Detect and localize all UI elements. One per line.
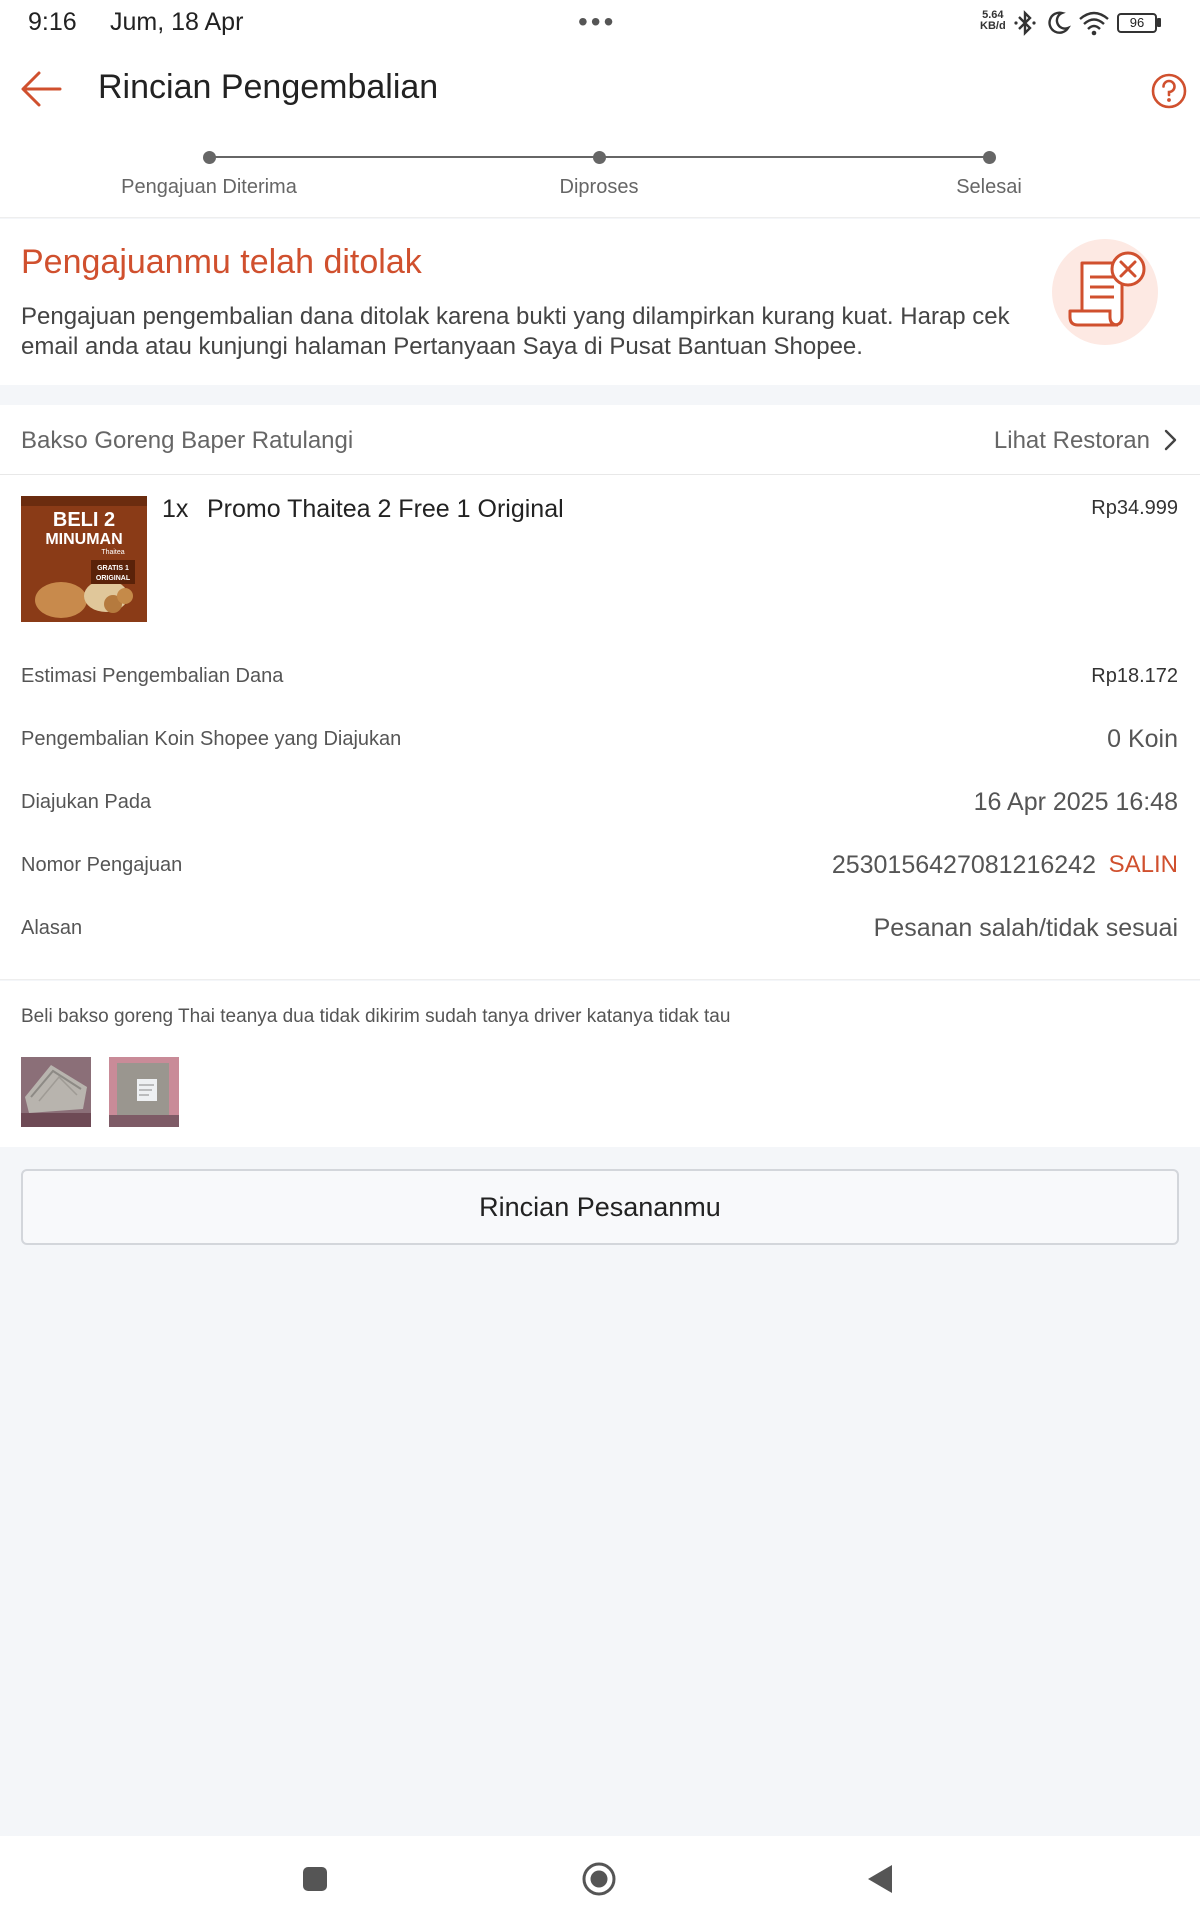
image-badge2: ORIGINAL [96, 575, 131, 582]
step-label-received: Pengajuan Diterima [121, 176, 297, 198]
home-icon[interactable] [581, 1861, 617, 1897]
reason-note: Beli bakso goreng Thai teanya dua tidak … [0, 981, 1200, 1147]
app-header: Rincian Pengembalian [0, 46, 1200, 136]
more-dots-icon[interactable]: ••• [578, 6, 616, 38]
moon-icon [1048, 11, 1071, 34]
bluetooth-icon [1014, 10, 1036, 36]
refund-estimate-value: Rp18.172 [1091, 665, 1178, 687]
refund-estimate-label: Estimasi Pengembalian Dana [21, 665, 284, 687]
reason-note-text: Beli bakso goreng Thai teanya dua tidak … [21, 1006, 731, 1027]
reason-label: Alasan [21, 917, 83, 939]
refund-details: BELI 2 MINUMAN Thaitea GRATIS 1 ORIGINAL… [0, 475, 1200, 980]
image-text-line3: Thaitea [101, 549, 124, 556]
back-arrow-icon[interactable] [20, 70, 62, 108]
view-restaurant-link[interactable]: Lihat Restoran [994, 427, 1150, 455]
page-title: Rincian Pengembalian [98, 68, 439, 106]
order-details-button[interactable]: Rincian Pesananmu [21, 1169, 1179, 1245]
coin-refund-value: 0 Koin [1107, 725, 1178, 753]
rejection-headline: Pengajuanmu telah ditolak [21, 243, 422, 281]
reason-value: Pesanan salah/tidak sesuai [873, 914, 1178, 942]
rejected-document-icon [1052, 239, 1158, 345]
status-card: Pengajuanmu telah ditolak Pengajuan peng… [0, 219, 1200, 385]
net-speed: 5.64 KB/d [980, 10, 1006, 32]
step-dot-3 [983, 151, 996, 164]
product-image[interactable]: BELI 2 MINUMAN Thaitea GRATIS 1 ORIGINAL [21, 496, 147, 622]
image-text-line2: MINUMAN [45, 531, 122, 548]
chevron-right-icon [1164, 429, 1177, 451]
item-price: Rp34.999 [1091, 497, 1178, 519]
restaurant-row[interactable]: Bakso Goreng Baper Ratulangi Lihat Resto… [0, 405, 1200, 475]
system-nav-bar [0, 1836, 1200, 1920]
request-number-label: Nomor Pengajuan [21, 854, 183, 876]
evidence-photo-1[interactable] [21, 1057, 91, 1127]
image-text-line1: BELI 2 [53, 509, 115, 531]
submitted-at-label: Diajukan Pada [21, 791, 152, 813]
wifi-icon [1079, 11, 1109, 36]
battery-icon: 96 [1117, 13, 1157, 33]
net-speed-unit: KB/d [980, 20, 1006, 32]
evidence-photo-2[interactable] [109, 1057, 179, 1127]
copy-button[interactable]: SALIN [1109, 851, 1178, 879]
recent-apps-icon[interactable] [302, 1866, 328, 1892]
back-nav-icon[interactable] [866, 1864, 894, 1894]
step-dot-2 [593, 151, 606, 164]
request-number-value: 2530156427081216242 [831, 851, 1096, 879]
step-label-done: Selesai [956, 176, 1022, 198]
item-name: Promo Thaitea 2 Free 1 Original [207, 495, 564, 523]
status-date: Jum, 18 Apr [110, 8, 244, 36]
step-label-processed: Diproses [559, 176, 639, 198]
status-time: 9:16 [28, 8, 77, 36]
step-dot-1 [203, 151, 216, 164]
status-bar: 9:16 Jum, 18 Apr ••• 5.64 KB/d 96 [0, 0, 1200, 46]
rejection-description: Pengajuan pengembalian dana ditolak kare… [21, 303, 1010, 360]
image-badge1: GRATIS 1 [97, 565, 129, 572]
battery-tip [1157, 18, 1161, 27]
submitted-at-value: 16 Apr 2025 16:48 [973, 788, 1178, 816]
coin-refund-label: Pengembalian Koin Shopee yang Diajukan [21, 728, 402, 750]
help-icon[interactable] [1150, 72, 1188, 110]
refund-progress: Pengajuan Diterima Diproses Selesai [0, 136, 1200, 218]
restaurant-name: Bakso Goreng Baper Ratulangi [21, 427, 354, 454]
item-quantity: 1x [162, 495, 189, 523]
